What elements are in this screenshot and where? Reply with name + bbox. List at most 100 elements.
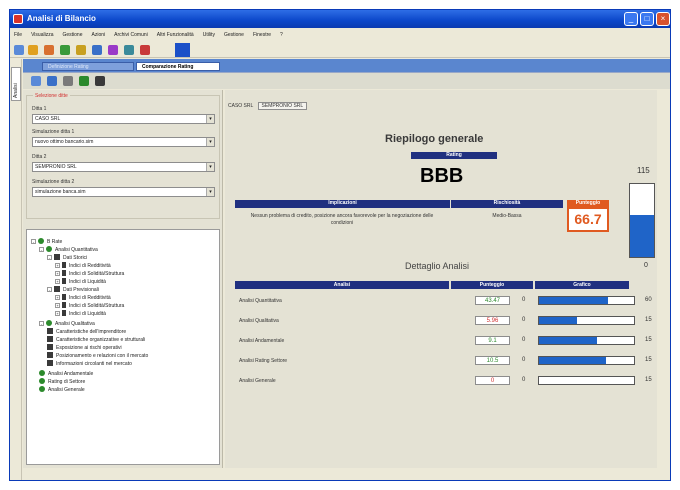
settings-icon[interactable] xyxy=(108,45,118,55)
tree-node-label: Dati Storici xyxy=(63,255,88,261)
compare-icon[interactable] xyxy=(31,76,41,86)
window-title: Analisi di Bilancio xyxy=(27,14,96,23)
gauge-max: 115 xyxy=(637,166,650,175)
field-label-ditta1: Ditta 1 xyxy=(32,106,47,112)
tree-node[interactable]: Caratteristiche dell'imprenditore xyxy=(47,328,126,335)
book-icon xyxy=(54,286,60,292)
menu-item-9[interactable]: ? xyxy=(280,32,283,38)
chevron-down-icon[interactable]: ▾ xyxy=(206,188,214,196)
expand-icon[interactable]: + xyxy=(55,271,60,276)
maximize-button[interactable]: □ xyxy=(640,12,654,26)
tree-node[interactable]: + Indici di Solidità/Struttura xyxy=(55,302,124,309)
tree-node[interactable]: + Indici di Solidità/Struttura xyxy=(55,270,124,277)
expand-icon[interactable]: + xyxy=(55,263,60,268)
row-bar xyxy=(538,356,635,365)
ditta2-select[interactable]: SEMPRONIO SRL ▾ xyxy=(32,162,215,172)
chevron-down-icon[interactable]: ▾ xyxy=(206,163,214,171)
globe-icon xyxy=(38,238,44,244)
side-strip: Analisi xyxy=(10,59,22,480)
tree-node[interactable]: + Indici di Liquidità xyxy=(55,310,106,317)
main-toolbar xyxy=(10,42,670,58)
menu-item-6[interactable]: Utility xyxy=(203,32,215,38)
expand-icon[interactable]: + xyxy=(55,295,60,300)
refresh-icon[interactable] xyxy=(92,45,102,55)
export-icon[interactable] xyxy=(63,76,73,86)
row-score: 10.5 xyxy=(475,356,510,365)
tab-definizione-rating[interactable]: Definizione Rating xyxy=(42,62,134,71)
simulazione2-select[interactable]: simulazione banca.sim ▾ xyxy=(32,187,215,197)
row-weight: 0 xyxy=(522,337,526,343)
expand-icon[interactable]: + xyxy=(55,303,60,308)
globe-icon xyxy=(39,386,45,392)
ditta1-select[interactable]: CASO SRL ▾ xyxy=(32,114,215,124)
tree-node[interactable]: Informazioni circolanti nel mercato xyxy=(47,360,132,367)
minimize-button[interactable]: _ xyxy=(624,12,638,26)
tab-comparazione-rating[interactable]: Comparazione Rating xyxy=(136,62,220,71)
row-bar-value: 15 xyxy=(645,357,652,363)
fx-icon xyxy=(62,294,66,300)
col-header-punteggio: Punteggio xyxy=(451,281,533,289)
chart-icon[interactable] xyxy=(79,76,89,86)
edit-icon[interactable] xyxy=(76,45,86,55)
collapse-icon[interactable]: - xyxy=(31,239,36,244)
chevron-down-icon[interactable]: ▾ xyxy=(206,115,214,123)
tree-node[interactable]: Rating di Settore xyxy=(39,378,85,385)
tree-node[interactable]: + Indici di Redditività xyxy=(55,294,111,301)
tab-strip: Definizione Rating Comparazione Rating xyxy=(23,59,670,89)
help-icon[interactable] xyxy=(124,45,134,55)
collapse-icon[interactable]: - xyxy=(39,247,44,252)
tree-node-label: Indici di Liquidità xyxy=(69,279,106,285)
fx-icon xyxy=(62,270,66,276)
tree-node[interactable]: Analisi Generale xyxy=(39,386,85,393)
menu-item-0[interactable]: File xyxy=(14,32,22,38)
tree-node[interactable]: - Analisi Qualitativa xyxy=(39,320,95,327)
collapse-icon[interactable]: - xyxy=(47,255,52,260)
company-tab-right[interactable]: SEMPRONIO SRL xyxy=(257,102,308,110)
close-button[interactable]: × xyxy=(656,12,670,26)
book-icon xyxy=(47,352,53,358)
tree-node[interactable]: - Analisi Quantitativa xyxy=(39,246,98,253)
expand-icon[interactable]: + xyxy=(55,311,60,316)
tree-node[interactable]: - B Rate xyxy=(31,238,62,245)
new-icon[interactable] xyxy=(14,45,24,55)
menu-item-3[interactable]: Azioni xyxy=(92,32,106,38)
active-module-icon[interactable] xyxy=(175,43,190,57)
tree-node[interactable]: Caratteristiche organizzative e struttur… xyxy=(47,336,145,343)
print-report-icon[interactable] xyxy=(95,76,105,86)
open-icon[interactable] xyxy=(28,45,38,55)
app-icon xyxy=(13,14,23,24)
row-label: Analisi Generale xyxy=(239,378,276,384)
tree-node[interactable]: - Dati Storici xyxy=(47,254,87,261)
menu-item-7[interactable]: Gestione xyxy=(224,32,244,38)
tree-node[interactable]: - Dati Previsionali xyxy=(47,286,99,293)
collapse-icon[interactable]: - xyxy=(39,321,44,326)
fx-icon xyxy=(62,278,66,284)
row-bar xyxy=(538,296,635,305)
grid-icon[interactable] xyxy=(47,76,57,86)
menu-item-8[interactable]: Finestre xyxy=(253,32,271,38)
book-icon xyxy=(47,328,53,334)
tree-node[interactable]: Posizionamento e relazioni con il mercat… xyxy=(47,352,148,359)
tree-node[interactable]: + Indici di Redditività xyxy=(55,262,111,269)
book-icon xyxy=(54,254,60,260)
tree-node[interactable]: Esposizione ai rischi operativi xyxy=(47,344,122,351)
expand-icon[interactable]: + xyxy=(55,279,60,284)
row-score: 43.47 xyxy=(475,296,510,305)
collapse-icon[interactable]: - xyxy=(47,287,52,292)
side-tab-analisi[interactable]: Analisi xyxy=(11,67,21,101)
print-icon[interactable] xyxy=(60,45,70,55)
company-tab-left[interactable]: CASO SRL xyxy=(228,103,253,109)
menu-item-2[interactable]: Gestione xyxy=(62,32,82,38)
exit-icon[interactable] xyxy=(140,45,150,55)
row-bar-value: 60 xyxy=(645,297,652,303)
tree-node[interactable]: + Indici di Liquidità xyxy=(55,278,106,285)
save-icon[interactable] xyxy=(44,45,54,55)
gauge-min: 0 xyxy=(644,262,648,269)
menu-item-4[interactable]: Archivi Comuni xyxy=(114,32,148,38)
menu-item-5[interactable]: Altri Funzionalità xyxy=(157,32,194,38)
chevron-down-icon[interactable]: ▾ xyxy=(206,138,214,146)
book-icon xyxy=(47,360,53,366)
simulazione1-select[interactable]: nuovo ottimo bancario.sim ▾ xyxy=(32,137,215,147)
tree-node[interactable]: Analisi Andamentale xyxy=(39,370,93,377)
menu-item-1[interactable]: Visualizza xyxy=(31,32,53,38)
